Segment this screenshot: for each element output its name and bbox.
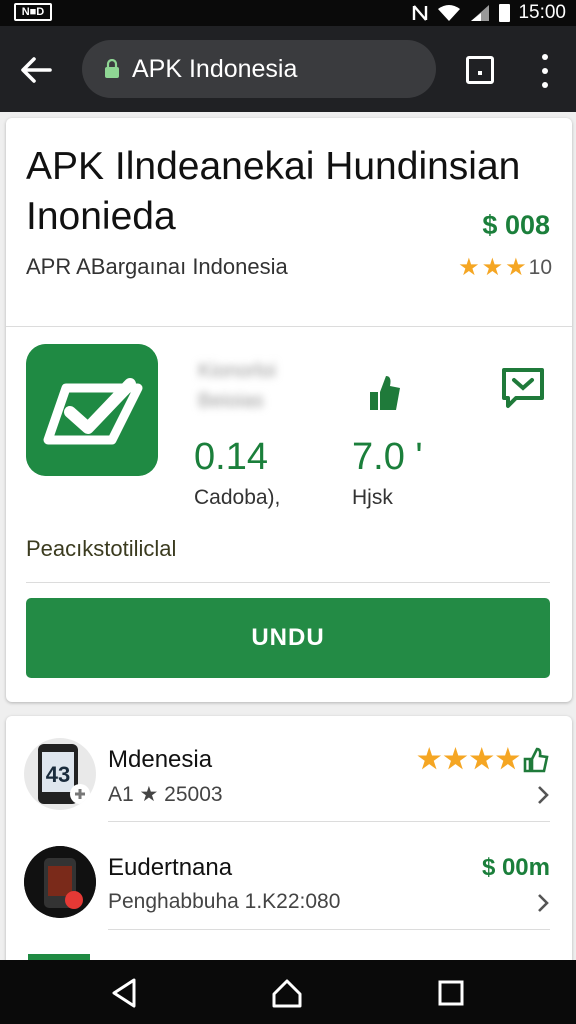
app-price: $ 008 bbox=[482, 210, 550, 240]
status-bar: N■D 15:00 bbox=[0, 0, 576, 26]
list-item-subtitle: A1 ★ 25003 bbox=[108, 783, 223, 806]
install-button[interactable]: UNDU bbox=[26, 598, 550, 678]
nfc-icon bbox=[413, 5, 428, 21]
tab-switcher-icon[interactable] bbox=[466, 56, 494, 84]
back-arrow-icon[interactable] bbox=[16, 50, 56, 90]
stat-value: 7.0 ' bbox=[352, 436, 423, 478]
app-rating: ★ ★ ★ 10 bbox=[458, 256, 552, 280]
thumbs-up-icon bbox=[523, 747, 549, 772]
message-icon[interactable] bbox=[500, 366, 546, 410]
lock-icon bbox=[105, 59, 119, 78]
app-title: APK Ilndeanekai Hundinsian Inonieda bbox=[26, 145, 521, 238]
divider bbox=[26, 582, 550, 583]
list-item-title: Mdenesia bbox=[108, 746, 213, 773]
app-icon bbox=[26, 344, 158, 476]
chevron-right-icon[interactable] bbox=[536, 892, 550, 914]
divider bbox=[108, 929, 550, 930]
app-detail-card: APK Ilndeanekai Hundinsian Inonieda $ 00… bbox=[6, 118, 572, 702]
thumbs-up-icon bbox=[370, 376, 400, 410]
app-thumbnail: 43 bbox=[24, 738, 96, 810]
url-bar[interactable]: APK Indonesia bbox=[82, 40, 436, 98]
system-nav-bar bbox=[0, 960, 576, 1024]
notification-icon: N■D bbox=[14, 3, 52, 21]
star-icon: ★ bbox=[443, 744, 468, 774]
browser-toolbar: APK Indonesia bbox=[0, 26, 576, 112]
app-developer[interactable]: APR ABargaınaı Indonesia bbox=[26, 254, 288, 280]
nav-home-icon[interactable] bbox=[270, 976, 304, 1010]
stat-label: Cadoba), bbox=[194, 486, 281, 509]
status-time: 15:00 bbox=[518, 2, 566, 23]
app-thumbnail bbox=[24, 846, 96, 918]
url-text: APK Indonesia bbox=[132, 54, 298, 83]
nav-back-icon[interactable] bbox=[108, 976, 142, 1010]
list-item-title: Eudertnana bbox=[108, 854, 233, 881]
status-icons: 15:00 bbox=[411, 2, 566, 24]
rating-value: 10 bbox=[528, 256, 552, 279]
list-item[interactable]: Eudertnana Penghabbuha 1.K22:080 $ 00m bbox=[6, 824, 572, 930]
thumbnail-number: 43 bbox=[46, 762, 70, 787]
chevron-right-icon[interactable] bbox=[536, 784, 550, 806]
related-apps-list: 43 Mdenesia A1 ★ 25003 ★ ★ ★ ★ Eudertnan… bbox=[6, 716, 572, 976]
app-category: Peacıkstotiliclal bbox=[26, 536, 177, 561]
blurred-label: Kionorloi Beioias bbox=[198, 360, 276, 412]
battery-icon bbox=[499, 4, 511, 22]
divider bbox=[108, 821, 550, 822]
star-icon: ★ bbox=[469, 744, 494, 774]
list-item-rating: ★ ★ ★ ★ bbox=[417, 746, 550, 773]
star-icon: ★ bbox=[481, 254, 504, 281]
star-icon: ★ bbox=[495, 744, 520, 774]
stat-value: 0.14 bbox=[194, 436, 268, 478]
signal-icon bbox=[471, 5, 490, 21]
nav-recents-icon[interactable] bbox=[434, 976, 468, 1010]
list-item-subtitle: Penghabbuha 1.K22:080 bbox=[108, 890, 341, 913]
stat-label: Hjsk bbox=[352, 486, 393, 509]
divider bbox=[6, 326, 572, 327]
list-item-price: $ 00m bbox=[481, 854, 550, 881]
star-icon: ★ bbox=[417, 744, 442, 774]
list-item[interactable]: 43 Mdenesia A1 ★ 25003 ★ ★ ★ ★ bbox=[6, 716, 572, 822]
star-icon: ★ bbox=[505, 254, 527, 281]
star-icon: ★ bbox=[458, 254, 480, 281]
page-content: APK Ilndeanekai Hundinsian Inonieda $ 00… bbox=[0, 112, 576, 976]
overflow-menu-icon[interactable] bbox=[538, 54, 552, 88]
wifi-icon bbox=[438, 5, 461, 21]
